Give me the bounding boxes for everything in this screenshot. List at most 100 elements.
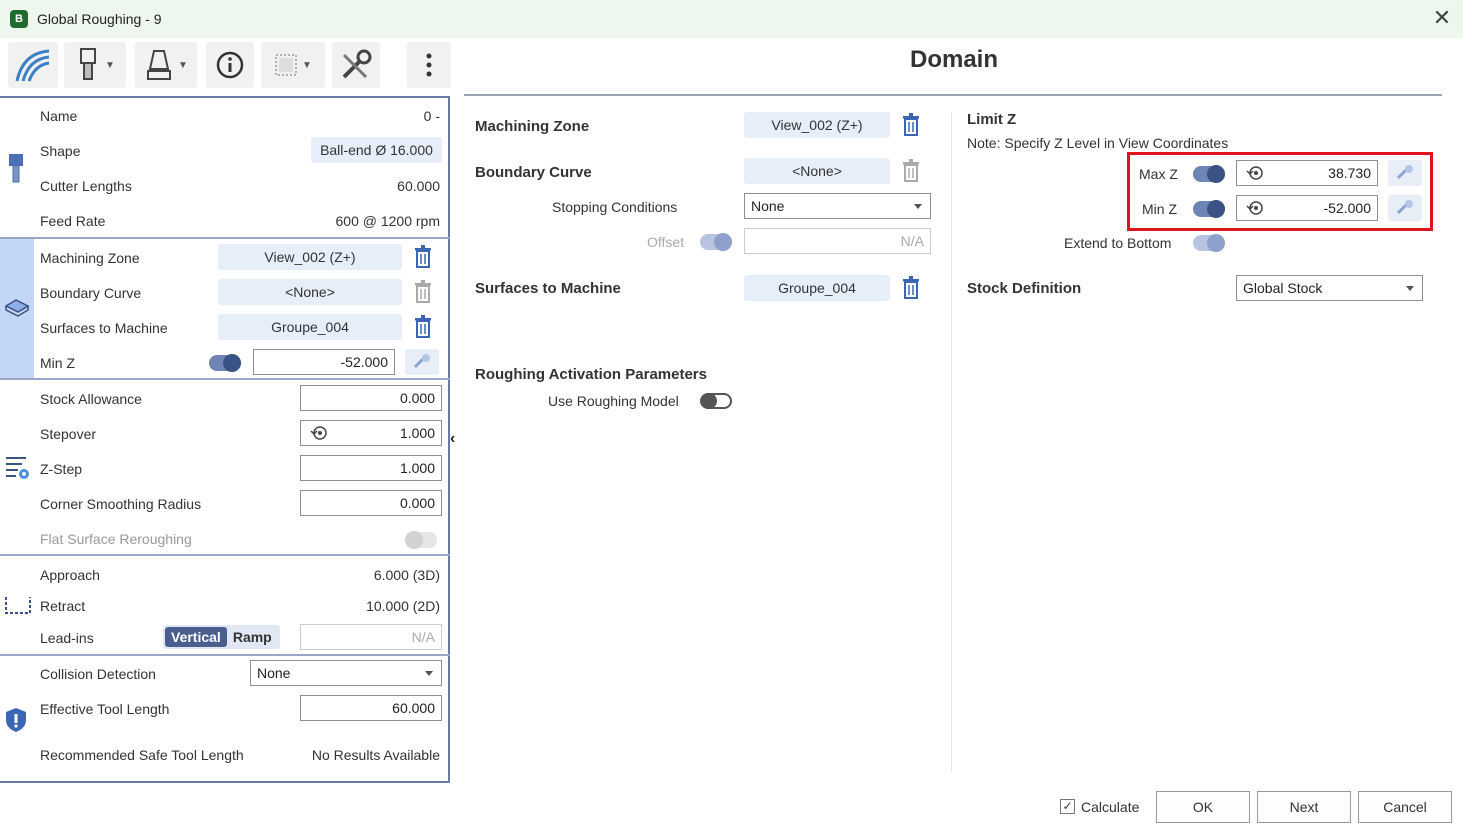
tool-name-value: 0 - (423, 108, 440, 124)
offset-toggle[interactable] (700, 233, 732, 251)
main-surfaces-value[interactable]: Groupe_004 (744, 275, 890, 301)
domain-section-icon (4, 299, 30, 317)
info-button[interactable] (206, 42, 254, 88)
pick-icon (413, 354, 430, 369)
collision-detection-select[interactable]: None (250, 660, 442, 686)
trash-icon (903, 159, 919, 182)
tool-name-label: Name (40, 108, 78, 124)
kebab-menu-icon (426, 53, 432, 77)
links-section-icon (5, 597, 31, 614)
cancel-button[interactable]: Cancel (1358, 791, 1452, 823)
recommended-safe-length-value: No Results Available (311, 747, 440, 763)
corner-smoothing-field[interactable]: 0.000 (300, 490, 442, 516)
stock-definition-label: Stock Definition (967, 280, 1082, 297)
summary-panel: Name 0 - Shape Ball-end Ø 16.000 Cutter … (0, 96, 450, 783)
parameters-section-icon (6, 457, 29, 479)
min-z-label: Min Z (40, 355, 75, 371)
toolpath-button[interactable] (8, 42, 58, 88)
trash-icon[interactable] (900, 112, 922, 138)
surfaces-label: Surfaces to Machine (40, 320, 168, 336)
cutter-lengths-label: Cutter Lengths (40, 178, 132, 194)
extend-to-bottom-label: Extend to Bottom (1064, 235, 1172, 251)
boundary-curve-label: Boundary Curve (40, 285, 142, 301)
trash-icon[interactable] (412, 244, 434, 270)
tools-button[interactable] (332, 42, 380, 88)
holder-icon (147, 50, 172, 80)
min-z-toggle[interactable] (209, 354, 241, 372)
lead-ins-label: Lead-ins (40, 630, 94, 646)
shape-value[interactable]: Ball-end Ø 16.000 (311, 137, 442, 163)
limit-z-heading: Limit Z (967, 111, 1017, 128)
chevron-down-icon: ▼ (178, 59, 188, 71)
approach-value: 6.000 (3D) (373, 567, 440, 583)
tool-section-icon (9, 154, 23, 183)
lead-ins-segment[interactable]: Vertical Ramp (163, 625, 280, 649)
recalc-icon[interactable] (309, 425, 329, 441)
corner-smoothing-label: Corner Smoothing Radius (40, 496, 202, 512)
stopping-conditions-label: Stopping Conditions (552, 199, 678, 215)
wrench-icon (342, 49, 372, 79)
lead-ins-field: N/A (300, 624, 442, 650)
collapse-panel-icon[interactable]: ‹ (450, 430, 455, 448)
recommended-safe-length-label: Recommended Safe Tool Length (40, 747, 244, 763)
main-boundary-curve-value[interactable]: <None> (744, 158, 890, 184)
main-machining-zone-value[interactable]: View_002 (Z+) (744, 112, 890, 138)
z-step-field[interactable]: 1.000 (300, 455, 442, 481)
next-button[interactable]: Next (1257, 791, 1351, 823)
limit-z-note: Note: Specify Z Level in View Coordinate… (967, 135, 1229, 151)
min-z-field[interactable]: -52.000 (253, 349, 395, 375)
stock-definition-select[interactable]: Global Stock (1236, 275, 1423, 301)
pick-z-button[interactable] (405, 349, 439, 375)
feed-rate-label: Feed Rate (40, 213, 106, 229)
column-divider (951, 112, 952, 772)
machining-zone-label: Machining Zone (40, 250, 140, 266)
lead-ins-ramp-option[interactable]: Ramp (227, 627, 278, 647)
effective-tool-length-field[interactable]: 60.000 (300, 695, 442, 721)
approach-label: Approach (40, 567, 100, 583)
toolpath-icon (15, 49, 50, 82)
shield-icon (6, 708, 26, 732)
stepover-label: Stepover (40, 426, 97, 442)
main-machining-zone-label: Machining Zone (475, 118, 590, 135)
trash-icon[interactable] (900, 275, 922, 301)
stock-allowance-field[interactable]: 0.000 (300, 385, 442, 411)
chevron-down-icon: ▼ (302, 59, 312, 71)
stopping-conditions-select[interactable]: None (744, 193, 931, 219)
holder-dropdown-button[interactable]: ▼ (135, 42, 197, 88)
shape-label: Shape (40, 143, 81, 159)
lead-ins-vertical-option[interactable]: Vertical (165, 627, 227, 647)
main-boundary-curve-label: Boundary Curve (475, 164, 592, 181)
ok-button[interactable]: OK (1156, 791, 1250, 823)
collision-detection-label: Collision Detection (40, 666, 156, 682)
window-title: Global Roughing - 9 (37, 11, 162, 27)
calculate-checkbox[interactable]: ✓ (1060, 799, 1075, 814)
offset-field: N/A (744, 228, 931, 254)
offset-label: Offset (647, 234, 685, 250)
trash-icon (415, 280, 431, 303)
more-options-button[interactable] (407, 42, 451, 88)
effective-tool-length-label: Effective Tool Length (40, 701, 170, 717)
feed-rate-value: 600 @ 1200 rpm (335, 213, 441, 229)
flat-reroughing-toggle[interactable] (405, 531, 437, 549)
extend-to-bottom-toggle[interactable] (1193, 234, 1225, 252)
use-roughing-model-toggle[interactable] (700, 393, 732, 409)
cutter-icon (80, 48, 97, 80)
machining-zone-value[interactable]: View_002 (Z+) (218, 244, 402, 270)
retract-label: Retract (40, 598, 86, 614)
tool-dropdown-button[interactable]: ▼ (64, 42, 126, 88)
pattern-dropdown-button[interactable]: ▼ (261, 42, 325, 88)
info-icon (216, 51, 244, 79)
roughing-params-heading: Roughing Activation Parameters (475, 366, 707, 383)
close-icon[interactable]: ✕ (1430, 5, 1454, 31)
trash-icon[interactable] (412, 314, 434, 340)
cutter-lengths-value: 60.000 (397, 178, 440, 194)
main-surfaces-label: Surfaces to Machine (475, 280, 621, 297)
surfaces-value[interactable]: Groupe_004 (218, 314, 402, 340)
use-roughing-model-label: Use Roughing Model (548, 393, 679, 409)
flat-reroughing-label: Flat Surface Reroughing (40, 531, 192, 547)
z-step-label: Z-Step (40, 461, 83, 477)
title-divider (464, 94, 1442, 96)
boundary-curve-value[interactable]: <None> (218, 279, 402, 305)
stock-allowance-label: Stock Allowance (40, 391, 142, 407)
title-bar (0, 0, 1463, 38)
